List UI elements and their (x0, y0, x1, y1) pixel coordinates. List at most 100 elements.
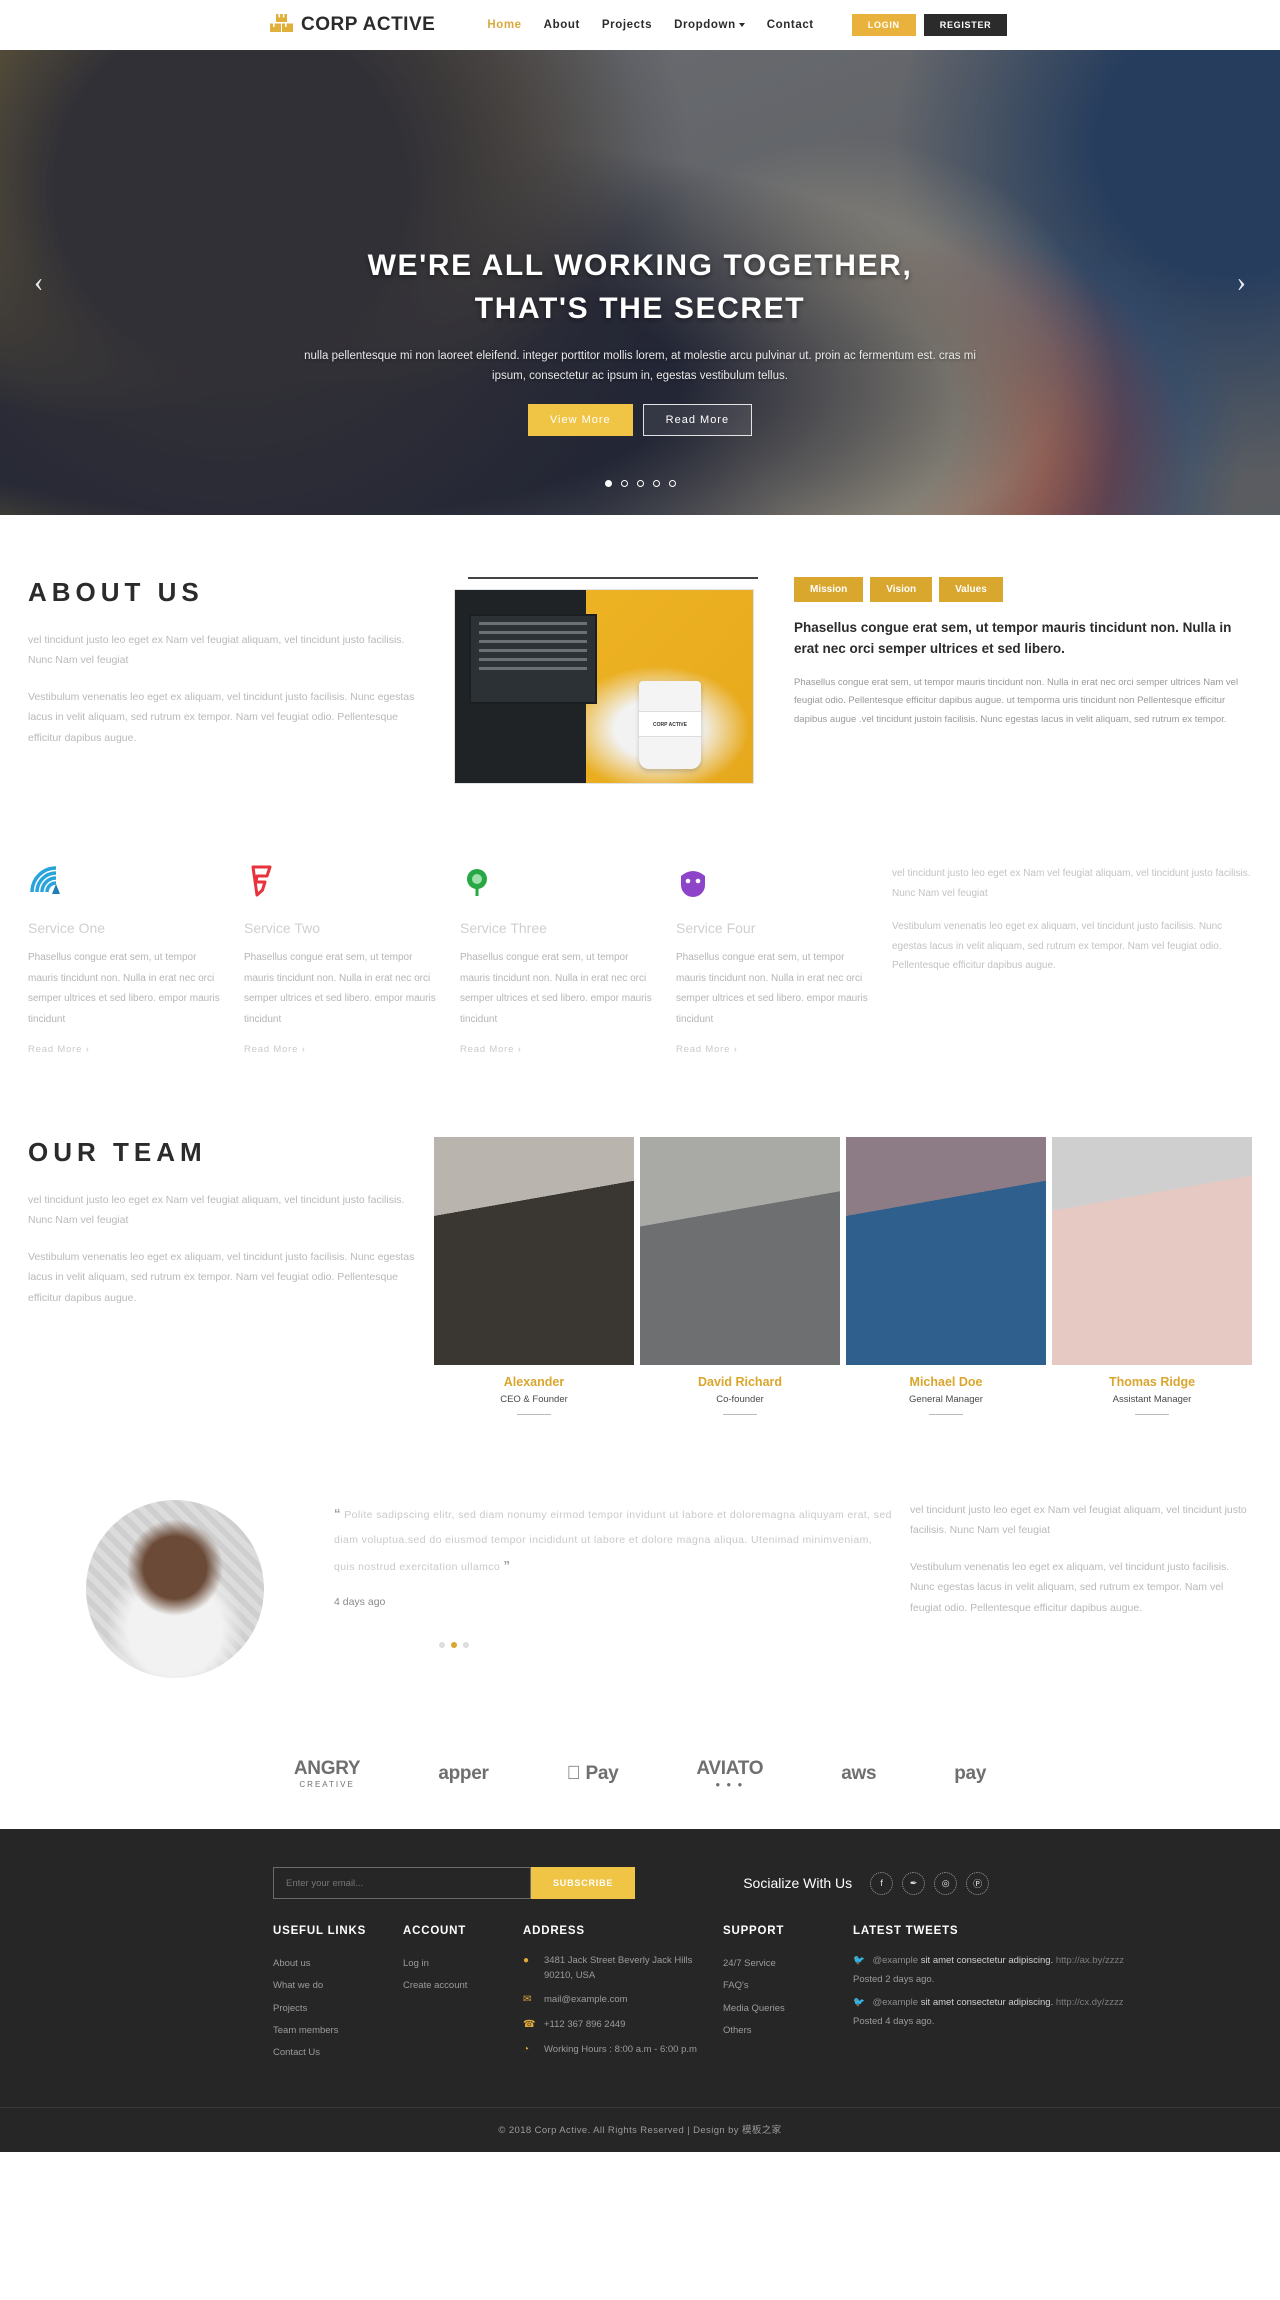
tab-vision[interactable]: Vision (870, 577, 933, 602)
boxes-icon (270, 13, 294, 38)
footer-link-media-queries[interactable]: Media Queries (723, 1998, 853, 2020)
service-read-more-link[interactable]: Read More › (244, 1044, 306, 1055)
about-image: CORP ACTIVE (446, 577, 776, 784)
cup-label: CORP ACTIVE (639, 711, 701, 737)
carousel-dot-3[interactable] (636, 480, 644, 487)
pinterest-icon[interactable]: Ⓟ (966, 1871, 990, 1895)
about-title: ABOUT US (28, 577, 204, 607)
testimonial-body: “ Polite sadipscing elitr, sed diam nonu… (334, 1500, 894, 1649)
nav-item-about[interactable]: About (544, 19, 580, 31)
carousel-dot-2[interactable] (620, 480, 628, 487)
footer-link-faqs[interactable]: FAQ's (723, 1975, 853, 1997)
footer-link-team-members[interactable]: Team members (273, 2020, 403, 2042)
brand-logo-aviato: AVIATO ● ● ● (696, 1758, 763, 1789)
team-paragraph-1: vel tincidunt justo leo eget ex Nam vel … (28, 1194, 405, 1227)
tab-mission[interactable]: Mission (794, 577, 864, 602)
hero-carousel: ‹ › WE'RE ALL WORKING TOGETHER, THAT'S T… (0, 50, 1280, 515)
carousel-next-button[interactable]: › (1237, 267, 1246, 299)
avatar (86, 1500, 264, 1678)
testimonial-side-column: vel tincidunt justo leo eget ex Nam vel … (910, 1500, 1252, 1634)
newsletter-form: SUBSCRIBE (273, 1867, 636, 1899)
footer-link-service[interactable]: 24/7 Service (723, 1953, 853, 1975)
socialize-label: Socialize With Us (743, 1875, 853, 1891)
instagram-icon[interactable]: ◎ (934, 1871, 958, 1895)
tweet-posted: Posted 2 days ago. (853, 1974, 935, 1986)
brand-logo-apple-pay:  Pay (567, 1763, 619, 1785)
page-root: CORP ACTIVE Home About Projects Dropdown… (0, 0, 1280, 2153)
carousel-prev-button[interactable]: ‹ (34, 267, 43, 299)
brand-logo-amazon-pay: pay (954, 1763, 986, 1785)
register-button[interactable]: REGISTER (923, 14, 1008, 36)
divider (929, 1414, 963, 1415)
team-member[interactable]: Michael Doe General Manager (846, 1137, 1046, 1415)
testimonial-dot-1[interactable] (439, 1642, 445, 1649)
footer-link-contact-us[interactable]: Contact Us (273, 2042, 403, 2064)
carousel-dots (0, 480, 1280, 487)
footer-link-about-us[interactable]: About us (273, 1953, 403, 1975)
footer-link-create-account[interactable]: Create account (403, 1975, 523, 1997)
carousel-dot-4[interactable] (652, 480, 660, 487)
about-body-text: Phasellus congue erat sem, ut tempor mau… (794, 676, 1239, 725)
hero-view-more-button[interactable]: View More (527, 404, 633, 437)
tweet-link[interactable]: http://ax.by/zzzz (1056, 1955, 1124, 1966)
chevron-down-icon (738, 22, 745, 27)
tweet-handle[interactable]: @example (872, 1955, 918, 1966)
nav-item-dropdown[interactable]: Dropdown (674, 19, 745, 31)
team-paragraph-2: Vestibulum venenatis leo eget ex aliquam… (28, 1250, 415, 1304)
footer-heading: ACCOUNT (403, 1925, 467, 1937)
login-button[interactable]: LOGIN (851, 14, 916, 36)
footer-columns: USEFUL LINKS About us What we do Project… (28, 1925, 1252, 2107)
team-member[interactable]: David Richard Co-founder (640, 1137, 840, 1415)
team-member[interactable]: Alexander CEO & Founder (434, 1137, 634, 1415)
divider (723, 1414, 757, 1415)
service-title: Service Three (460, 920, 547, 936)
footer-link-login[interactable]: Log in (403, 1953, 523, 1975)
services-side-paragraph-1: vel tincidunt justo leo eget ex Nam vel … (892, 868, 1251, 899)
tweet-handle[interactable]: @example (872, 1997, 918, 2008)
brand-logo-name: apper (438, 1762, 489, 1784)
testimonial-avatar-wrap (28, 1500, 318, 1678)
testimonial-dot-2[interactable] (451, 1642, 457, 1649)
testimonial-section: “ Polite sadipscing elitr, sed diam nonu… (0, 1445, 1280, 1698)
tweet-item: 🐦 @example sit amet consectetur adipisci… (853, 1953, 1252, 1969)
footer-col-address: ADDRESS ● 3481 Jack Street Beverly Jack … (523, 1925, 723, 2067)
map-pin-icon: ● (523, 1955, 530, 1966)
footer-link-others[interactable]: Others (723, 2020, 853, 2042)
testimonial-dot-3[interactable] (463, 1642, 469, 1649)
team-member[interactable]: Thomas Ridge Assistant Manager (1052, 1137, 1252, 1415)
service-read-more-link[interactable]: Read More › (460, 1044, 522, 1055)
coffee-cup-graphic: CORP ACTIVE (639, 681, 701, 769)
service-read-more-link[interactable]: Read More › (28, 1044, 90, 1055)
about-paragraph-1: vel tincidunt justo leo eget ex Nam vel … (28, 634, 405, 667)
footer-col-account: ACCOUNT Log in Create account (403, 1925, 523, 2067)
team-member-role: Assistant Manager (1112, 1394, 1192, 1405)
hero-title: WE'RE ALL WORKING TOGETHER, THAT'S THE S… (0, 245, 1280, 330)
carousel-dot-5[interactable] (668, 480, 676, 487)
tab-values[interactable]: Values (939, 577, 1003, 602)
footer-heading: USEFUL LINKS (273, 1925, 367, 1937)
hero-title-line1: WE'RE ALL WORKING TOGETHER, (367, 249, 913, 282)
avatar (846, 1137, 1046, 1365)
testimonial-quote: “ Polite sadipscing elitr, sed diam nonu… (334, 1500, 894, 1580)
email-field[interactable] (273, 1867, 531, 1899)
address-email[interactable]: mail@example.com (544, 1992, 628, 2008)
tweet-link[interactable]: http://cx.dy/zzzz (1056, 1997, 1124, 2008)
nav-item-contact[interactable]: Contact (767, 19, 814, 31)
footer-link-projects[interactable]: Projects (273, 1998, 403, 2020)
address-phone[interactable]: +112 367 896 2449 (544, 2017, 625, 2033)
phone-icon: ☎ (523, 2019, 536, 2031)
facebook-icon[interactable]: f (870, 1871, 894, 1895)
twitter-icon[interactable]: ✒ (902, 1871, 926, 1895)
hero-read-more-button[interactable]: Read More (642, 404, 753, 437)
about-right-column: Mission Vision Values Phasellus congue e… (794, 577, 1252, 784)
nav-item-home[interactable]: Home (487, 19, 521, 31)
brand-logo[interactable]: CORP ACTIVE (270, 13, 435, 38)
service-read-more-link[interactable]: Read More › (676, 1044, 738, 1055)
testimonial-side-paragraph-1: vel tincidunt justo leo eget ex Nam vel … (910, 1504, 1247, 1537)
nav-item-projects[interactable]: Projects (602, 19, 652, 31)
subscribe-button[interactable]: SUBSCRIBE (531, 1867, 636, 1899)
avatar (1052, 1137, 1252, 1365)
footer-link-what-we-do[interactable]: What we do (273, 1975, 403, 1997)
about-section: ABOUT US vel tincidunt justo leo eget ex… (0, 515, 1280, 824)
carousel-dot-1[interactable] (604, 480, 612, 487)
